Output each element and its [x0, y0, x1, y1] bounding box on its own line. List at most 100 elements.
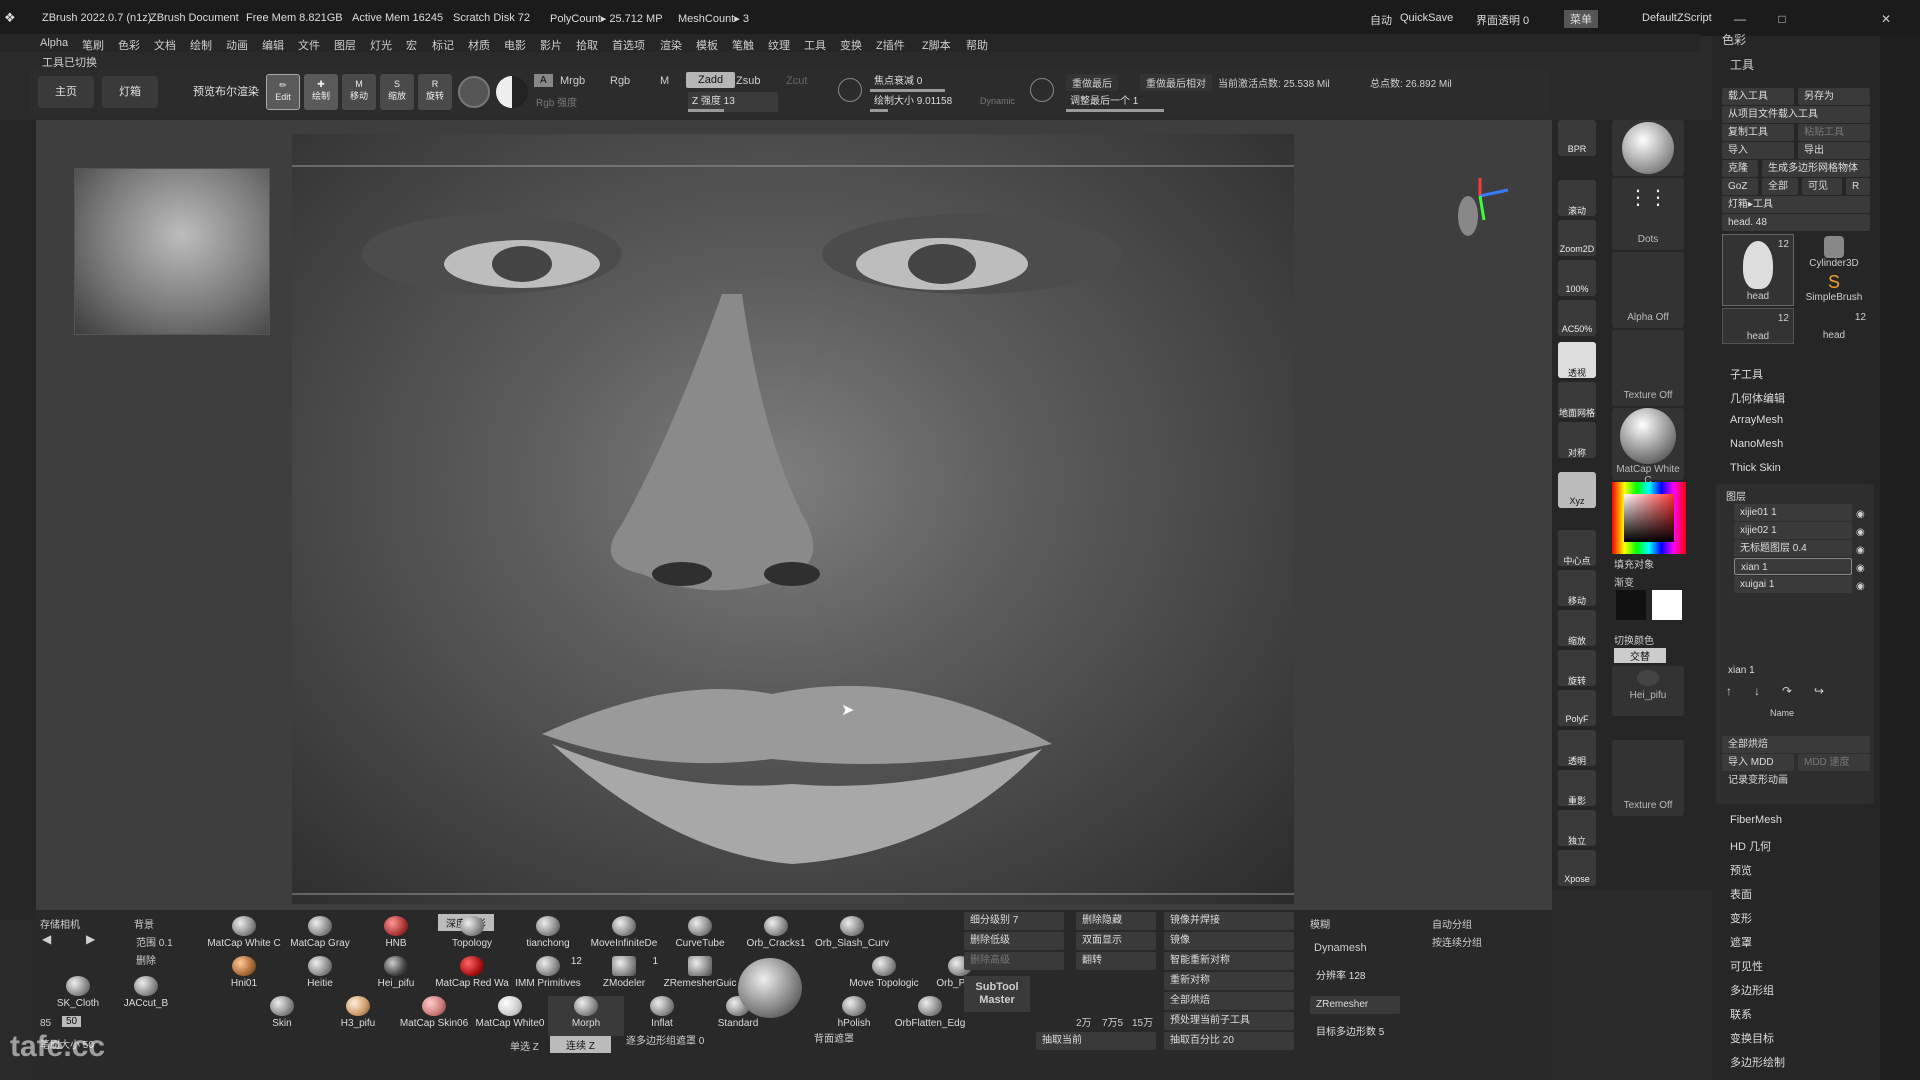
load-from-project-button[interactable]: 从项目文件载入工具 — [1722, 106, 1870, 123]
brush-slot[interactable]: ZModeler 1 — [586, 956, 662, 996]
redo-last-rel-button[interactable]: 重做最后相对 — [1140, 74, 1212, 91]
make-polymesh-button[interactable]: 生成多边形网格物体 — [1762, 160, 1870, 177]
nanomesh-section[interactable]: NanoMesh — [1730, 438, 1783, 450]
navigation-thumbnail[interactable] — [74, 168, 270, 335]
zremesher-button[interactable]: ZRemesher — [1310, 996, 1400, 1014]
del-lower-button[interactable]: 删除低级 — [964, 932, 1064, 950]
bake-all-button[interactable]: 全部烘焙 — [1722, 736, 1870, 753]
del-hidden-button[interactable]: 删除隐藏 — [1076, 912, 1156, 930]
brush-slot[interactable]: Inflat — [624, 996, 700, 1036]
frame-button[interactable]: 中心点 — [1558, 530, 1596, 566]
d-icon[interactable] — [1030, 78, 1054, 102]
menu-picker[interactable]: 拾取 — [576, 37, 598, 53]
stroke-dots-slot[interactable]: ⋮⋮ Dots — [1612, 178, 1684, 250]
back-mask-button[interactable]: 背面遮罩 — [814, 1030, 854, 1045]
primary-color-swatch[interactable] — [1652, 590, 1682, 620]
preset-7-5w-button[interactable]: 7万5 — [1102, 1014, 1123, 1029]
morph-target-section[interactable]: 变换目标 — [1730, 1030, 1774, 1046]
matcap-slot[interactable]: MatCap White C — [1612, 408, 1684, 486]
scroll-button[interactable]: 滚动 — [1558, 180, 1596, 216]
brush-slot[interactable]: MoveInfiniteDe — [586, 916, 662, 956]
preprocess-subtool-button[interactable]: 预处理当前子工具 — [1164, 1012, 1294, 1030]
tool-thumb-head-2[interactable]: head 12 — [1722, 308, 1794, 344]
save-as-button[interactable]: 另存为 — [1798, 88, 1870, 105]
brush-slot[interactable]: Move Topologic — [846, 956, 922, 996]
symmetry-button[interactable]: 对称 — [1558, 422, 1596, 458]
menu-movie[interactable]: 动画 — [226, 37, 248, 53]
brush-slot[interactable]: ZRemesherGuic — [662, 956, 738, 996]
menu-button[interactable]: 菜单 — [1564, 10, 1598, 28]
hd-geometry-section[interactable]: HD 几何 — [1730, 838, 1771, 854]
import-button[interactable]: 导入 — [1722, 142, 1794, 159]
menu-transform[interactable]: 变换 — [840, 37, 862, 53]
copy-tool-button[interactable]: 复制工具 — [1722, 124, 1794, 141]
decimate-current-button[interactable]: 抽取当前 — [1036, 1032, 1156, 1050]
zsub-button[interactable]: Zsub — [736, 75, 760, 87]
menu-preferences[interactable]: 首选项 — [612, 37, 645, 53]
fill-object-label[interactable]: 填充对象 — [1614, 556, 1654, 571]
menu-brush[interactable]: 笔刷 — [82, 37, 104, 53]
goz-r-button[interactable]: R — [1846, 178, 1870, 195]
resolution-slider[interactable]: 分辨率 128 — [1310, 968, 1410, 986]
brush-slot[interactable]: tianchong — [510, 916, 586, 956]
target-polycount-slider[interactable]: 目标多边形数 5 — [1310, 1024, 1420, 1042]
material-slot[interactable]: H3_pifu — [320, 996, 396, 1036]
maximize-icon[interactable]: □ — [1762, 8, 1802, 30]
polygroup-mask-slider[interactable]: 逐多边形组遮罩 0 — [626, 1032, 704, 1047]
mirror-weld-button[interactable]: 镜像并焊接 — [1164, 912, 1294, 930]
left-tray[interactable] — [0, 120, 36, 920]
goz-visible-button[interactable]: 可见 — [1802, 178, 1842, 195]
alpha-slot[interactable]: Alpha Off — [1612, 252, 1684, 328]
quicksave-button[interactable]: QuickSave — [1400, 12, 1453, 24]
smart-resym-button[interactable]: 智能重新对称 — [1164, 952, 1294, 970]
texture-slot[interactable]: Texture Off — [1612, 330, 1684, 406]
masking-section[interactable]: 遮罩 — [1730, 934, 1752, 950]
menu-film[interactable]: 影片 — [540, 37, 562, 53]
material-sphere-slot[interactable] — [1612, 120, 1684, 176]
menu-zscript[interactable]: Z脚本 — [922, 37, 951, 53]
delete-button[interactable]: 删除 — [136, 952, 156, 967]
menu-color[interactable]: 色彩 — [118, 37, 140, 53]
preview-section[interactable]: 预览 — [1730, 862, 1752, 878]
material-slot[interactable]: Skin — [244, 996, 320, 1036]
mdd-speed-slider[interactable]: MDD 速度 — [1798, 754, 1870, 771]
background-button[interactable]: 背景 — [134, 916, 154, 931]
rotate-button[interactable]: R 旋转 — [418, 74, 452, 110]
layer-arrow-icons[interactable]: ↑↓↷↪ — [1726, 684, 1866, 700]
lightbox-tools-button[interactable]: 灯箱▸工具 — [1722, 196, 1870, 213]
double-button[interactable]: 双面显示 — [1076, 932, 1156, 950]
paste-tool-button[interactable]: 粘贴工具 — [1798, 124, 1870, 141]
polypaint-section[interactable]: 多边形绘制 — [1730, 1054, 1785, 1070]
xyz-button[interactable]: Xyz — [1558, 472, 1596, 508]
fibermesh-section[interactable]: FiberMesh — [1730, 814, 1782, 826]
tool-thumb-cylinder[interactable]: Cylinder3D — [1798, 234, 1870, 270]
range-slider[interactable]: 范围 0.1 — [136, 934, 173, 949]
thickskin-section[interactable]: Thick Skin — [1730, 462, 1781, 474]
preset-15w-button[interactable]: 15万 — [1132, 1014, 1153, 1029]
color-sphere-icon[interactable] — [496, 76, 528, 108]
preset-2w-button[interactable]: 2万 — [1076, 1014, 1092, 1029]
actual-100-button[interactable]: 100% — [1558, 260, 1596, 296]
layer-row[interactable]: 无标题图层 0.4 — [1734, 540, 1852, 557]
menu-document[interactable]: 文档 — [154, 37, 176, 53]
brush-slot[interactable]: Topology — [434, 916, 510, 956]
brush-slot[interactable]: JACcut_B — [108, 976, 184, 1016]
material-slot[interactable]: Heitie — [282, 956, 358, 996]
brush-slot[interactable]: Orb_Slash_Curv — [814, 916, 890, 956]
close-icon[interactable]: ✕ — [1866, 8, 1906, 30]
brush-slot[interactable]: IMM Primitives 12 — [510, 956, 586, 996]
blur-slider[interactable]: 模糊 — [1310, 916, 1330, 931]
edit-button[interactable]: ✏ Edit — [266, 74, 300, 110]
play-icon[interactable]: ▶ — [86, 932, 95, 946]
material-slot[interactable]: MatCap Skin06 — [396, 996, 472, 1036]
layer-row[interactable]: xijie01 1 — [1734, 504, 1852, 521]
rgb-button[interactable]: Rgb — [610, 75, 630, 87]
menu-zplugin[interactable]: Z插件 — [876, 37, 905, 53]
script-name[interactable]: DefaultZScript — [1642, 12, 1712, 24]
prev-icon[interactable]: ◀ — [42, 932, 51, 946]
menu-stencil[interactable]: 模板 — [696, 37, 718, 53]
alternate-button[interactable]: 交替 — [1614, 648, 1666, 663]
perspective-button[interactable]: 透视 — [1558, 342, 1596, 378]
subdiv-level-slider[interactable]: 细分级别 7 — [964, 912, 1064, 930]
goz-all-button[interactable]: 全部 — [1762, 178, 1798, 195]
